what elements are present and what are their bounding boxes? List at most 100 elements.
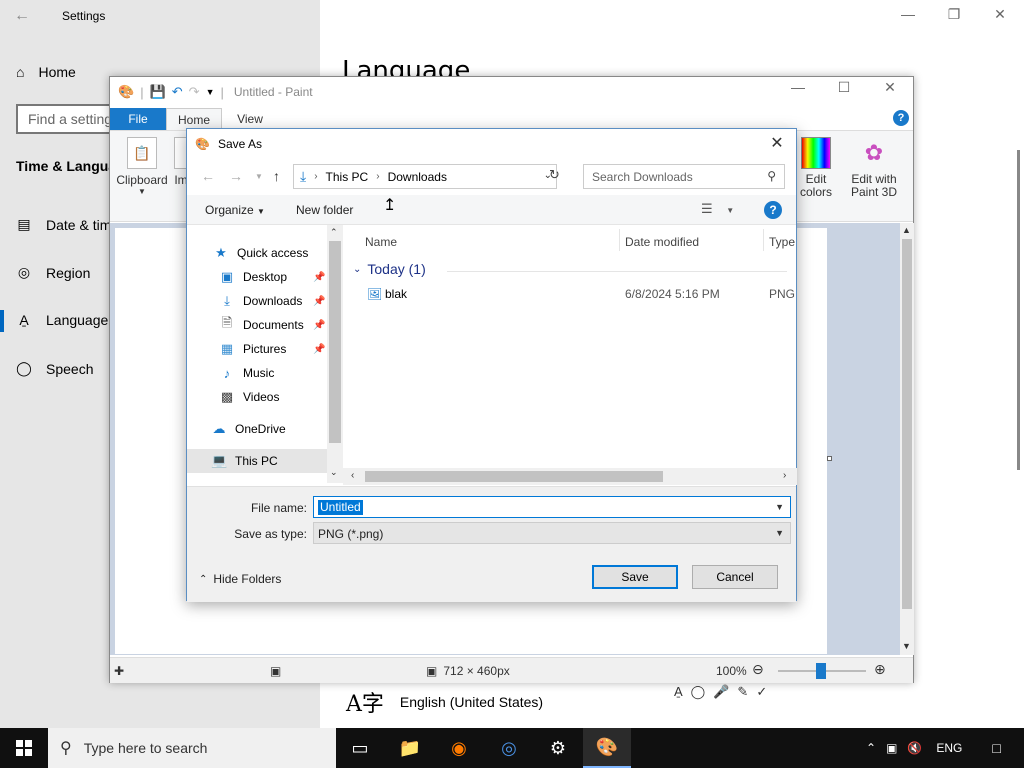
file-name-field[interactable]: Untitled ▼	[313, 496, 791, 518]
search-input[interactable]: Search Downloads ⚲	[583, 164, 785, 189]
help-icon[interactable]: ?	[764, 201, 782, 219]
new-folder-button[interactable]: New folder	[296, 203, 353, 217]
sidebar-item-speech[interactable]: ◯ Speech	[16, 360, 93, 377]
change-view-icon[interactable]: ☰ ▼	[701, 201, 734, 217]
customize-toolbar-icon[interactable]: ▼	[206, 87, 215, 97]
canvas-resize-handle[interactable]	[827, 456, 832, 461]
language-item[interactable]: A字 English (United States)	[346, 686, 543, 718]
column-header-date-modified[interactable]: Date modified	[625, 235, 699, 249]
paint-icon[interactable]: 🎨	[583, 728, 631, 768]
image-size: ▣ 712 × 460px	[426, 664, 510, 678]
navigation-pane: ★ Quick access ▣ Desktop 📌 ⤓ Downloads 📌…	[187, 225, 343, 483]
up-arrow-icon[interactable]: ↑	[273, 168, 280, 184]
address-bar[interactable]: ⤓ › This PC › Downloads ⌄	[293, 164, 557, 189]
volume-muted-icon[interactable]: 🔇	[907, 741, 922, 755]
chrome-icon[interactable]: ◎	[485, 728, 533, 768]
scroll-right-icon[interactable]: ›	[783, 470, 786, 481]
navigation-scrollbar[interactable]: ⌃ ⌄	[327, 225, 343, 483]
firefox-icon[interactable]: ◉	[435, 728, 483, 768]
nav-item-pictures[interactable]: ▦ Pictures 📌	[187, 337, 327, 361]
chevron-down-icon[interactable]: ▼	[775, 502, 784, 512]
desktop-folder-icon: ▣	[220, 269, 234, 284]
scroll-down-icon[interactable]: ▼	[902, 641, 911, 651]
minimize-button[interactable]: —	[885, 6, 931, 22]
scroll-left-icon[interactable]: ‹	[351, 470, 354, 481]
settings-icon[interactable]: ⚙	[534, 728, 582, 768]
date-time-icon: ▤	[17, 216, 31, 232]
close-button[interactable]: ✕	[977, 6, 1023, 23]
zoom-out-icon[interactable]: ⊖	[752, 661, 764, 678]
refresh-icon[interactable]: ↻	[549, 167, 560, 183]
spellcheck-icon: ✓	[756, 684, 768, 699]
tab-home[interactable]: Home	[166, 108, 222, 130]
nav-item-desktop[interactable]: ▣ Desktop 📌	[187, 265, 327, 289]
nav-item-downloads[interactable]: ⤓ Downloads 📌	[187, 289, 327, 313]
tab-file[interactable]: File	[110, 108, 166, 130]
vertical-scrollbar[interactable]: ▲ ▼	[900, 223, 914, 655]
sidebar-item-home[interactable]: ⌂ Home	[16, 64, 76, 80]
input-language[interactable]: ENG	[936, 741, 962, 755]
clipboard-group[interactable]: 📋 Clipboard ▼	[116, 137, 168, 196]
microphone-icon: ◯	[16, 360, 32, 376]
maximize-button[interactable]: ☐	[821, 79, 867, 96]
close-button[interactable]: ✕	[867, 79, 913, 96]
save-type-select[interactable]: PNG (*.png) ▼	[313, 522, 791, 544]
cancel-button[interactable]: Cancel	[692, 565, 778, 589]
sidebar-item-language[interactable]: A̱ Language	[16, 312, 108, 328]
nav-item-documents[interactable]: 🗎 Documents 📌	[187, 313, 327, 337]
back-arrow-icon[interactable]: ←	[201, 168, 215, 184]
undo-icon[interactable]: ↶	[172, 84, 183, 100]
file-explorer-icon[interactable]: 📁	[386, 728, 434, 768]
redo-icon[interactable]: ↷	[189, 84, 200, 100]
edit-with-paint3d-button[interactable]: ✿ Edit with Paint 3D	[846, 137, 902, 199]
hide-folders-button[interactable]: ⌃ Hide Folders	[199, 572, 281, 586]
nav-item-quick-access[interactable]: ★ Quick access	[187, 241, 327, 265]
sidebar-item-date-time[interactable]: ▤ Date & time	[16, 216, 119, 233]
start-button[interactable]	[0, 728, 48, 768]
home-icon: ⌂	[16, 64, 25, 80]
chevron-up-icon[interactable]: ⌃	[866, 741, 876, 755]
horizontal-scrollbar[interactable]: ‹ ›	[343, 468, 797, 485]
edit-colors-button[interactable]: Edit colors	[794, 137, 838, 199]
nav-item-videos[interactable]: ▩ Videos	[187, 385, 327, 409]
tab-view[interactable]: View	[222, 108, 278, 130]
sidebar-item-label: Home	[38, 64, 76, 80]
zoom-in-icon[interactable]: ⊕	[874, 661, 886, 678]
maximize-button[interactable]: ❐	[931, 6, 977, 23]
breadcrumb-downloads[interactable]: Downloads	[388, 170, 447, 184]
scroll-up-icon[interactable]: ⌃	[330, 227, 338, 238]
settings-title: Settings	[62, 9, 106, 23]
scroll-up-icon[interactable]: ▲	[902, 225, 911, 235]
column-header-name[interactable]: Name	[365, 235, 397, 249]
chevron-down-icon[interactable]: ▼	[775, 528, 784, 538]
navigation-bar: ← → ▼ ↑ ⤓ › This PC › Downloads ⌄ ↻ Sear…	[187, 162, 796, 192]
save-button[interactable]: Save	[592, 565, 678, 589]
scroll-down-icon[interactable]: ⌄	[330, 467, 338, 478]
help-icon[interactable]: ?	[893, 110, 909, 126]
forward-arrow-icon[interactable]: →	[229, 168, 243, 184]
notifications-icon[interactable]: □	[992, 740, 1000, 756]
breadcrumb-this-pc[interactable]: This PC	[326, 170, 369, 184]
nav-item-music[interactable]: ♪ Music	[187, 361, 327, 385]
task-view-icon[interactable]: ▭	[336, 728, 384, 768]
scrollbar[interactable]	[1017, 150, 1020, 470]
network-icon[interactable]: ▣	[886, 741, 897, 755]
minimize-button[interactable]: —	[775, 79, 821, 96]
organize-button[interactable]: Organize ▼	[205, 203, 265, 217]
windows-logo-icon	[16, 740, 32, 756]
taskbar-search[interactable]: ⚲ Type here to search	[48, 728, 336, 768]
sidebar-item-region[interactable]: ◎ Region	[16, 264, 90, 281]
recent-locations-icon[interactable]: ▼	[255, 172, 263, 181]
speech-recognition-icon: ◯	[690, 684, 706, 699]
nav-item-this-pc[interactable]: 💻 This PC	[187, 449, 327, 473]
column-header-type[interactable]: Type	[769, 235, 795, 249]
group-header[interactable]: ⌄ Today (1)	[353, 261, 426, 277]
zoom-slider-thumb[interactable]	[816, 663, 826, 679]
computer-icon: 💻	[211, 453, 228, 468]
close-button[interactable]: ✕	[762, 133, 792, 155]
list-item[interactable]: 🖼 blak 6/8/2024 5:16 PM PNG	[343, 283, 797, 307]
file-date: 6/8/2024 5:16 PM	[625, 287, 720, 301]
nav-item-onedrive[interactable]: ☁ OneDrive	[187, 417, 327, 441]
back-arrow-icon[interactable]: ←	[14, 7, 30, 25]
save-icon[interactable]: 💾	[150, 84, 166, 100]
